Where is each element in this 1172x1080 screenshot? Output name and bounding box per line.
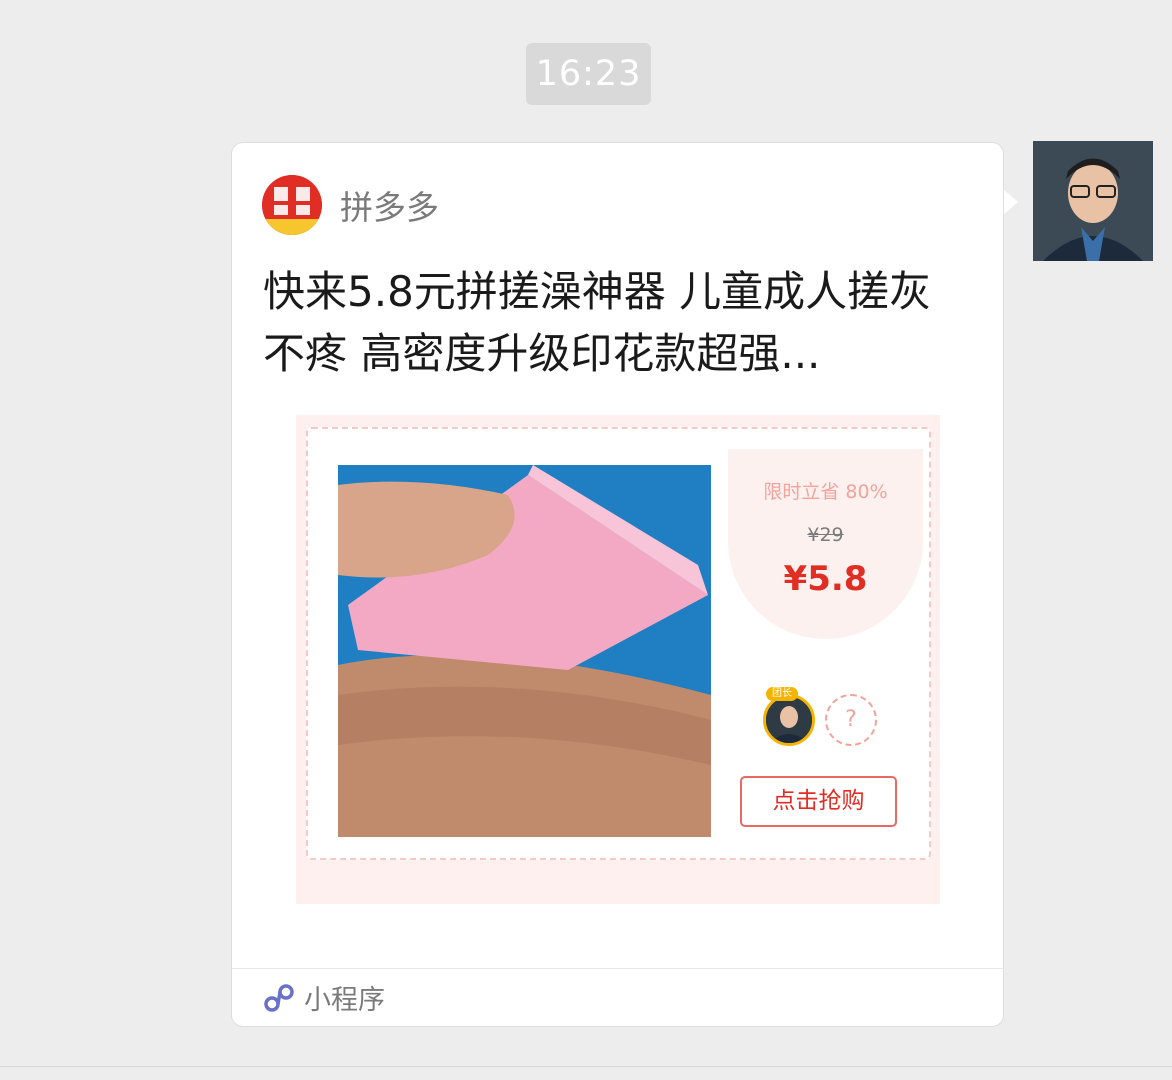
sender-avatar[interactable] — [1033, 141, 1153, 261]
discount-label: 限时立省 80% — [763, 481, 888, 503]
message-title: 快来5.8元拼搓澡神器 儿童成人搓灰不疼 高密度升级印花款超强... — [263, 267, 932, 378]
app-header: 拼多多 — [262, 175, 439, 235]
sale-price: ¥5.8 — [783, 559, 868, 599]
mini-program-label: 小程序 — [304, 985, 385, 1016]
leader-tag: 团长 — [766, 687, 798, 701]
product-preview[interactable]: 限时立省 80% ¥29 ¥5.8 团长 ? 点击抢购 — [296, 415, 940, 904]
empty-slot-icon: ? — [825, 694, 877, 746]
stamp-frame: 限时立省 80% ¥29 ¥5.8 团长 ? 点击抢购 — [306, 427, 931, 860]
card-footer: 小程序 — [232, 968, 1003, 1026]
product-image — [338, 465, 711, 837]
app-name: 拼多多 — [340, 188, 439, 227]
pinduoduo-logo-icon — [262, 175, 322, 235]
original-price: ¥29 — [807, 524, 844, 546]
input-divider — [0, 1066, 1172, 1067]
mini-program-icon — [264, 983, 294, 1012]
mini-program-card[interactable]: 拼多多 快来5.8元拼搓澡神器 儿童成人搓灰不疼 高密度升级印花款超强... 限… — [231, 142, 1004, 1027]
bubble-tail — [1003, 189, 1018, 215]
group-leader-avatar — [763, 694, 815, 746]
buy-now-button[interactable]: 点击抢购 — [740, 776, 897, 827]
chat-timestamp: 16:23 — [526, 43, 651, 105]
price-panel: 限时立省 80% ¥29 ¥5.8 — [728, 449, 923, 639]
